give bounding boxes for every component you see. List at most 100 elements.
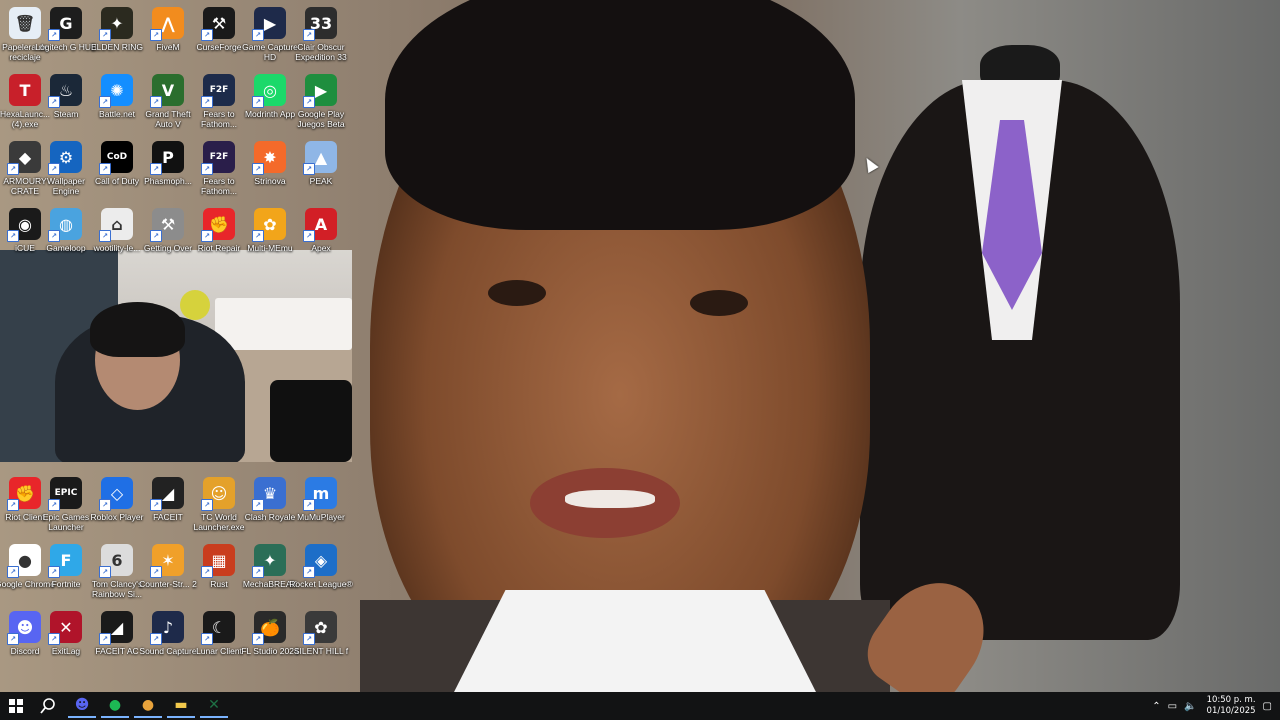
shortcut-arrow-icon: ↗ <box>48 96 60 108</box>
clock-date: 01/10/2025 <box>1206 706 1256 716</box>
shortcut-arrow-icon: ↗ <box>303 633 315 645</box>
logitech-icon: G ↗ <box>48 7 82 41</box>
counter-strike-icon: ✶ ↗ <box>150 544 184 578</box>
exitlag-icon: ✕ ↗ <box>48 611 82 645</box>
shortcut-arrow-icon: ↗ <box>99 29 111 41</box>
start-icon[interactable] <box>2 694 30 718</box>
webcam-plant <box>180 290 210 320</box>
tray-clock[interactable]: 10:50 p. m. 01/10/2025 <box>1207 695 1256 717</box>
desktop-icon-label: Rocket League® <box>289 579 353 589</box>
fortnite-icon: F ↗ <box>48 544 82 578</box>
steam-icon: ♨ ↗ <box>48 74 82 108</box>
phasmophobia-icon: P ↗ <box>150 141 184 175</box>
shortcut-arrow-icon: ↗ <box>201 163 213 175</box>
excel-app-icon[interactable]: ✕ <box>200 694 228 718</box>
wallpaper-collar <box>450 590 820 692</box>
shortcut-arrow-icon: ↗ <box>252 633 264 645</box>
clash-royale-icon: ♛ ↗ <box>252 477 286 511</box>
mumuplayer-icon: m ↗ <box>303 477 337 511</box>
call-of-duty-icon: CoD ↗ <box>99 141 133 175</box>
shortcut-arrow-icon: ↗ <box>7 163 19 175</box>
shortcut-arrow-icon: ↗ <box>303 163 315 175</box>
sound-capture-icon: ♪ ↗ <box>150 611 184 645</box>
discord-app-icon[interactable]: ☻ <box>68 694 96 718</box>
desktop-icon-label: MuMuPlayer <box>297 512 345 522</box>
shortcut-arrow-icon: ↗ <box>150 633 162 645</box>
desktop-icon[interactable]: ◈ ↗ Rocket League® <box>287 540 355 606</box>
faceit-icon: ◢ ↗ <box>150 477 184 511</box>
notification-icon[interactable]: ▢ <box>1263 701 1272 712</box>
shortcut-arrow-icon: ↗ <box>303 566 315 578</box>
desktop-icon[interactable]: 33 ↗ Clair Obscur Expedition 33 <box>287 3 355 69</box>
chrome-app-icon[interactable]: ● <box>134 694 162 718</box>
lunar-client-icon: ☾ ↗ <box>201 611 235 645</box>
shortcut-arrow-icon: ↗ <box>7 633 19 645</box>
google-play-icon: ▶ ↗ <box>303 74 337 108</box>
system-tray: ⌃ ▭ 🔈 10:50 p. m. 01/10/2025 ▢ <box>1145 692 1272 720</box>
webcam-bed <box>215 298 352 350</box>
shortcut-arrow-icon: ↗ <box>99 230 111 242</box>
shortcut-arrow-icon: ↗ <box>99 499 111 511</box>
desktop-icon[interactable]: ▲ ↗ PEAK <box>287 137 355 203</box>
shortcut-arrow-icon: ↗ <box>252 163 264 175</box>
tc-world-icon: ☺ ↗ <box>201 477 235 511</box>
wallpaper-engine-icon: ⚙ ↗ <box>48 141 82 175</box>
tray-chevron-up-icon[interactable]: ⌃ <box>1152 701 1160 712</box>
shortcut-arrow-icon: ↗ <box>150 230 162 242</box>
rocket-league-icon: ◈ ↗ <box>303 544 337 578</box>
shortcut-arrow-icon: ↗ <box>48 29 60 41</box>
search-icon[interactable] <box>34 694 62 718</box>
speaker-icon[interactable]: 🔈 <box>1184 701 1196 712</box>
shortcut-arrow-icon: ↗ <box>48 566 60 578</box>
webcam-overlay <box>0 250 352 462</box>
epic-games-icon: EPIC ↗ <box>48 477 82 511</box>
desktop-icon-label: PEAK <box>309 176 333 186</box>
silent-hill-icon: ✿ ↗ <box>303 611 337 645</box>
shortcut-arrow-icon: ↗ <box>303 96 315 108</box>
desktop-icon-label: SILENT HILL f <box>293 646 349 656</box>
webcam-hair <box>90 302 185 357</box>
taskbar: ☻ ● ● ▬ ✕ ⌃ ▭ 🔈 10:50 p. m. 01/10/2025 ▢ <box>0 692 1280 720</box>
shortcut-arrow-icon: ↗ <box>150 29 162 41</box>
multi-memu-icon: ✿ ↗ <box>252 208 286 242</box>
shortcut-arrow-icon: ↗ <box>150 499 162 511</box>
shortcut-arrow-icon: ↗ <box>99 633 111 645</box>
apex-icon: A ↗ <box>303 208 337 242</box>
shortcut-arrow-icon: ↗ <box>99 96 111 108</box>
fears-to-fathom-icon: F2F ↗ <box>201 74 235 108</box>
rust-icon: ▦ ↗ <box>201 544 235 578</box>
roblox-icon: ◇ ↗ <box>99 477 133 511</box>
desktop-icon[interactable]: A ↗ Apex <box>287 204 355 270</box>
shortcut-arrow-icon: ↗ <box>48 633 60 645</box>
game-capture-icon: ▶ ↗ <box>252 7 286 41</box>
desktop-icon[interactable]: m ↗ MuMuPlayer <box>287 473 355 539</box>
shortcut-arrow-icon: ↗ <box>252 29 264 41</box>
rainbow-six-icon: 6 ↗ <box>99 544 133 578</box>
file-explorer-app-icon[interactable]: ▬ <box>167 694 195 718</box>
wootility-icon: ⌂ ↗ <box>99 208 133 242</box>
wallpaper-right-eye <box>690 290 748 316</box>
spotify-app-icon[interactable]: ● <box>101 694 129 718</box>
shortcut-arrow-icon: ↗ <box>252 230 264 242</box>
desktop-icon[interactable]: ▶ ↗ Google Play Juegos Beta <box>287 70 355 136</box>
shortcut-arrow-icon: ↗ <box>48 230 60 242</box>
wallpaper-teeth <box>565 490 655 508</box>
peak-icon: ▲ ↗ <box>303 141 337 175</box>
webcam-chair <box>270 380 352 462</box>
desktop-icon-label: Apex <box>311 243 331 253</box>
strinova-icon: ✸ ↗ <box>252 141 286 175</box>
shortcut-arrow-icon: ↗ <box>201 230 213 242</box>
desktop-icon-label: Clair Obscur Expedition 33 <box>295 42 347 62</box>
gameloop-icon: ◍ ↗ <box>48 208 82 242</box>
getting-over-it-icon: ⚒ ↗ <box>150 208 184 242</box>
network-icon[interactable]: ▭ <box>1168 701 1177 712</box>
shortcut-arrow-icon: ↗ <box>201 96 213 108</box>
desktop-icon[interactable]: ✿ ↗ SILENT HILL f <box>287 607 355 673</box>
shortcut-arrow-icon: ↗ <box>201 499 213 511</box>
shortcut-arrow-icon: ↗ <box>150 96 162 108</box>
fears-to-fathom-2-icon: F2F ↗ <box>201 141 235 175</box>
shortcut-arrow-icon: ↗ <box>99 163 111 175</box>
riot-repair-icon: ✊ ↗ <box>201 208 235 242</box>
shortcut-arrow-icon: ↗ <box>7 230 19 242</box>
shortcut-arrow-icon: ↗ <box>201 566 213 578</box>
